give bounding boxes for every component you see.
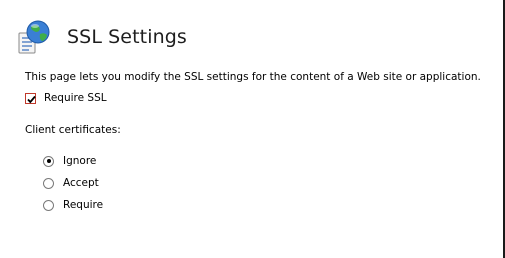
radio-option-accept[interactable]: Accept — [43, 172, 103, 194]
radio-option-require[interactable]: Require — [43, 194, 103, 216]
require-ssl-checkbox-row[interactable]: Require SSL — [25, 92, 107, 104]
ssl-settings-page: SSL Settings This page lets you modify t… — [0, 0, 505, 258]
checkmark-icon — [27, 95, 36, 103]
globe-document-icon — [17, 19, 53, 55]
client-certificates-label: Client certificates: — [25, 124, 121, 136]
radio-label-ignore: Ignore — [63, 155, 97, 167]
radio-option-ignore[interactable]: Ignore — [43, 150, 103, 172]
radio-require[interactable] — [43, 199, 54, 211]
radio-ignore[interactable] — [43, 155, 54, 167]
radio-accept[interactable] — [43, 177, 54, 189]
client-certificates-radio-group: Ignore Accept Require — [43, 150, 103, 216]
page-title: SSL Settings — [67, 26, 187, 48]
radio-label-require: Require — [63, 199, 104, 211]
page-description: This page lets you modify the SSL settin… — [25, 71, 481, 83]
radio-label-accept: Accept — [63, 177, 99, 189]
require-ssl-label: Require SSL — [44, 92, 107, 104]
require-ssl-checkbox[interactable] — [25, 92, 36, 104]
page-header: SSL Settings — [17, 17, 187, 57]
